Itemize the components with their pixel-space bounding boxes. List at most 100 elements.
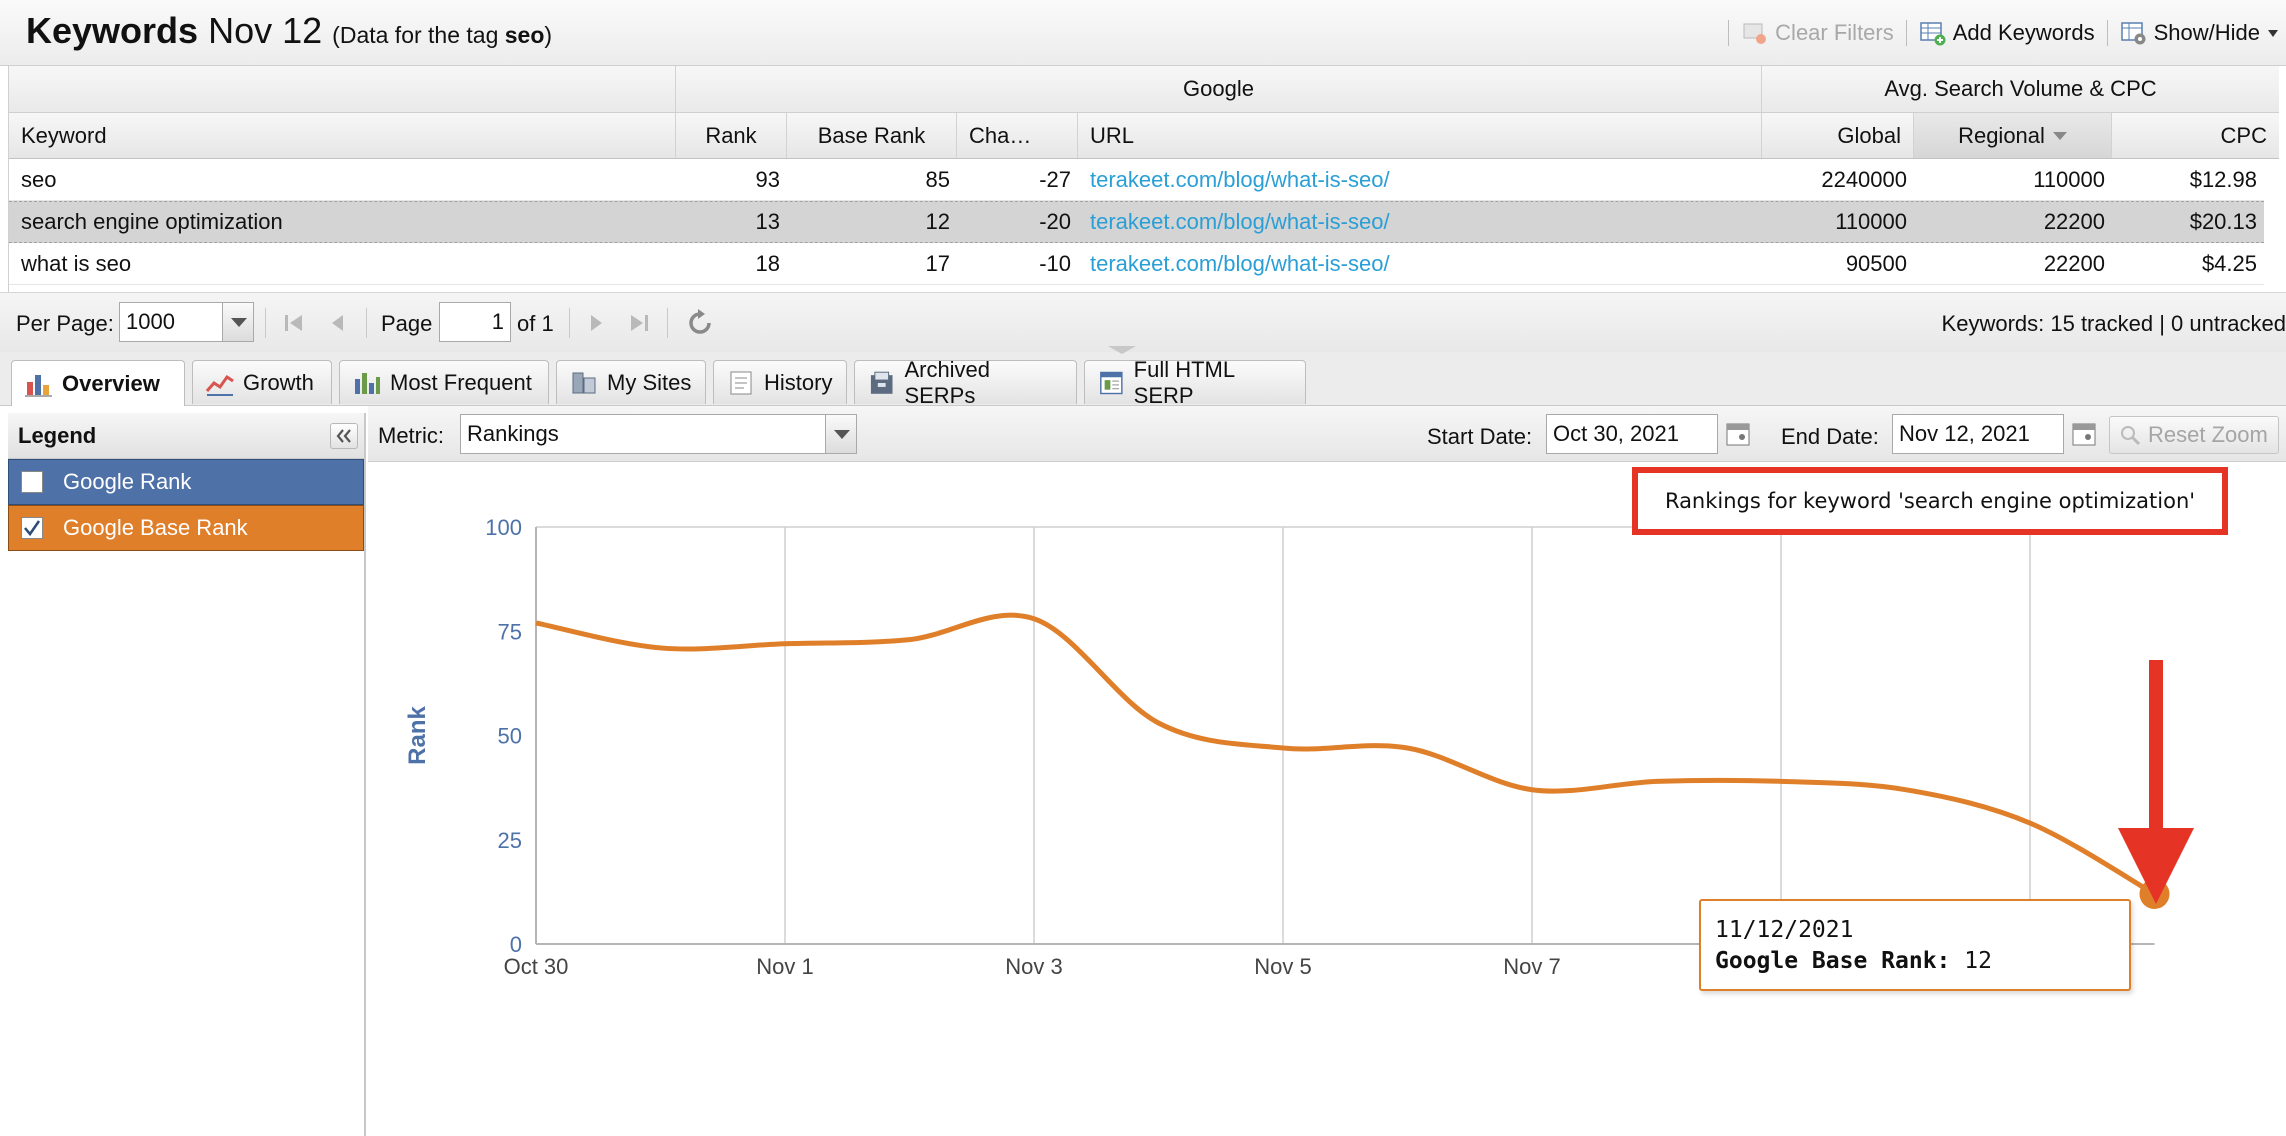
tab-archived-serps[interactable]: Archived SERPs [854, 357, 1077, 408]
metric-select[interactable]: Rankings [460, 414, 830, 454]
column-header-regional[interactable]: Regional [1914, 113, 2112, 158]
toolbar-separator [1905, 20, 1907, 46]
table-row[interactable]: search engine optimization 13 12 -20 ter… [9, 201, 2264, 243]
per-page-input[interactable]: 1000 [119, 302, 225, 342]
group-header-volume: Avg. Search Volume & CPC [1884, 76, 2157, 101]
collapse-panel-button[interactable] [330, 423, 358, 449]
y-tick-label: 50 [498, 724, 522, 749]
y-tick-label: 75 [498, 619, 522, 644]
table-row[interactable]: what is seo 18 17 -10 terakeet.com/blog/… [9, 243, 2264, 285]
html-page-icon [1100, 371, 1123, 394]
page-header: Keywords Nov 12 (Data for the tag seo) C… [0, 0, 2286, 66]
cell-change: -27 [1039, 166, 1071, 192]
add-keywords-button[interactable]: Add Keywords [1919, 20, 2095, 46]
calendar-icon[interactable] [2070, 420, 2098, 448]
archive-icon [870, 371, 893, 394]
column-header-cpc[interactable]: CPC [2112, 113, 2279, 158]
sites-icon [572, 372, 596, 393]
rank-line-chart: 0255075100Oct 30Nov 1Nov 3Nov 5Nov 7Nov … [404, 515, 2170, 979]
reset-zoom-button[interactable]: Reset Zoom [2109, 416, 2279, 454]
tooltip-value-line: Google Base Rank: 12 [1715, 946, 2115, 977]
cell-url-link[interactable]: terakeet.com/blog/what-is-seo/ [1078, 202, 1762, 242]
cell-base-rank: 12 [925, 209, 950, 234]
column-header-keyword[interactable]: Keyword [9, 113, 676, 158]
next-page-icon[interactable] [584, 311, 608, 335]
column-header-url[interactable]: URL [1078, 113, 1762, 158]
clear-filters-label: Clear Filters [1775, 20, 1894, 45]
cell-url-link[interactable]: terakeet.com/blog/what-is-seo/ [1078, 159, 1762, 200]
refresh-icon[interactable] [685, 308, 715, 338]
page-title: Keywords Nov 12 (Data for the tag seo) [26, 10, 552, 52]
tab-label: History [764, 369, 833, 395]
page-number-input[interactable]: 1 [439, 302, 511, 342]
cell-rank: 93 [755, 166, 780, 192]
show-hide-button[interactable]: Show/Hide [2120, 20, 2278, 46]
columns-gear-icon [2120, 20, 2148, 46]
legend-checkbox[interactable] [21, 517, 43, 539]
tab-label: Archived SERPs [904, 356, 991, 408]
tab-overview[interactable]: Overview [11, 360, 185, 406]
start-date-label: Start Date: [1427, 424, 1533, 449]
table-row[interactable]: seo 93 85 -27 terakeet.com/blog/what-is-… [9, 159, 2264, 201]
tooltip-date: 11/12/2021 [1715, 917, 1854, 943]
bar-chart-icon [25, 374, 52, 396]
metric-dropdown-button[interactable] [825, 414, 857, 454]
tab-my-sites[interactable]: My Sites [556, 360, 706, 404]
pager-separator [265, 308, 266, 338]
column-header-global[interactable]: Global [1762, 113, 1914, 158]
cell-global: 90500 [1845, 250, 1907, 276]
pager-separator [667, 308, 668, 338]
legend-item-label: Google Rank [63, 469, 192, 494]
page-of-label: of 1 [517, 311, 554, 336]
tab-label: Growth [243, 369, 314, 395]
chart-toolbar: Metric: Rankings Start Date: Oct 30, 202… [368, 406, 2286, 462]
cell-rank: 18 [755, 250, 780, 276]
legend-header: Legend [8, 413, 364, 459]
splitter-handle[interactable] [1108, 346, 1136, 354]
pager-bar: Per Page: 1000 Page 1 of 1 Keywords: 15 … [0, 292, 2286, 352]
x-tick-label: Nov 1 [756, 954, 813, 979]
column-header-row: Keyword Rank Base Rank Cha… URL Global R… [9, 113, 2279, 159]
start-date-input[interactable]: Oct 30, 2021 [1546, 414, 1718, 454]
cell-url-link[interactable]: terakeet.com/blog/what-is-seo/ [1078, 243, 1762, 284]
cell-cpc: $20.13 [2189, 209, 2257, 234]
tab-growth[interactable]: Growth [192, 360, 332, 404]
title-subtitle: (Data for the tag seo) [332, 22, 552, 48]
cell-keyword: search engine optimization [21, 209, 283, 234]
end-date-label: End Date: [1781, 424, 1879, 449]
checkmark-icon [24, 520, 41, 537]
tooltip-series-label: Google Base Rank: [1715, 948, 1951, 974]
cell-change: -10 [1039, 250, 1071, 276]
cell-regional: 22200 [2043, 250, 2105, 276]
calendar-icon[interactable] [1724, 420, 1752, 448]
clear-filters-button[interactable]: Clear Filters [1741, 20, 1894, 46]
last-page-icon[interactable] [627, 311, 651, 335]
toolbar-separator [1728, 20, 1730, 46]
title-bold: Keywords [26, 10, 199, 51]
tab-most-frequent[interactable]: Most Frequent [339, 360, 549, 404]
column-header-rank[interactable]: Rank [676, 113, 787, 158]
per-page-dropdown-button[interactable] [222, 302, 254, 342]
document-icon [730, 371, 752, 394]
tab-history[interactable]: History [713, 360, 847, 404]
end-date-input[interactable]: Nov 12, 2021 [1892, 414, 2064, 454]
column-header-base-rank[interactable]: Base Rank [787, 113, 957, 158]
cell-global: 110000 [1835, 209, 1907, 234]
tab-full-html-serp[interactable]: Full HTML SERP [1084, 357, 1306, 408]
tooltip-value: 12 [1964, 948, 1992, 974]
legend-item-google-rank[interactable]: Google Rank [8, 459, 364, 505]
y-axis-label: Rank [404, 706, 431, 765]
cell-cpc: $4.25 [2201, 250, 2257, 276]
x-tick-label: Nov 3 [1005, 954, 1062, 979]
legend-checkbox[interactable] [21, 471, 43, 493]
cell-rank: 13 [755, 209, 780, 234]
column-header-regional-label: Regional [1958, 122, 2045, 148]
legend-item-google-base-rank[interactable]: Google Base Rank [8, 505, 364, 551]
prev-page-icon[interactable] [326, 311, 350, 335]
cell-base-rank: 85 [925, 166, 950, 192]
column-header-change[interactable]: Cha… [957, 113, 1078, 158]
x-tick-label: Oct 30 [504, 954, 569, 979]
first-page-icon[interactable] [282, 311, 306, 335]
add-keywords-label: Add Keywords [1952, 20, 2095, 45]
reset-zoom-label: Reset Zoom [2148, 422, 2268, 447]
